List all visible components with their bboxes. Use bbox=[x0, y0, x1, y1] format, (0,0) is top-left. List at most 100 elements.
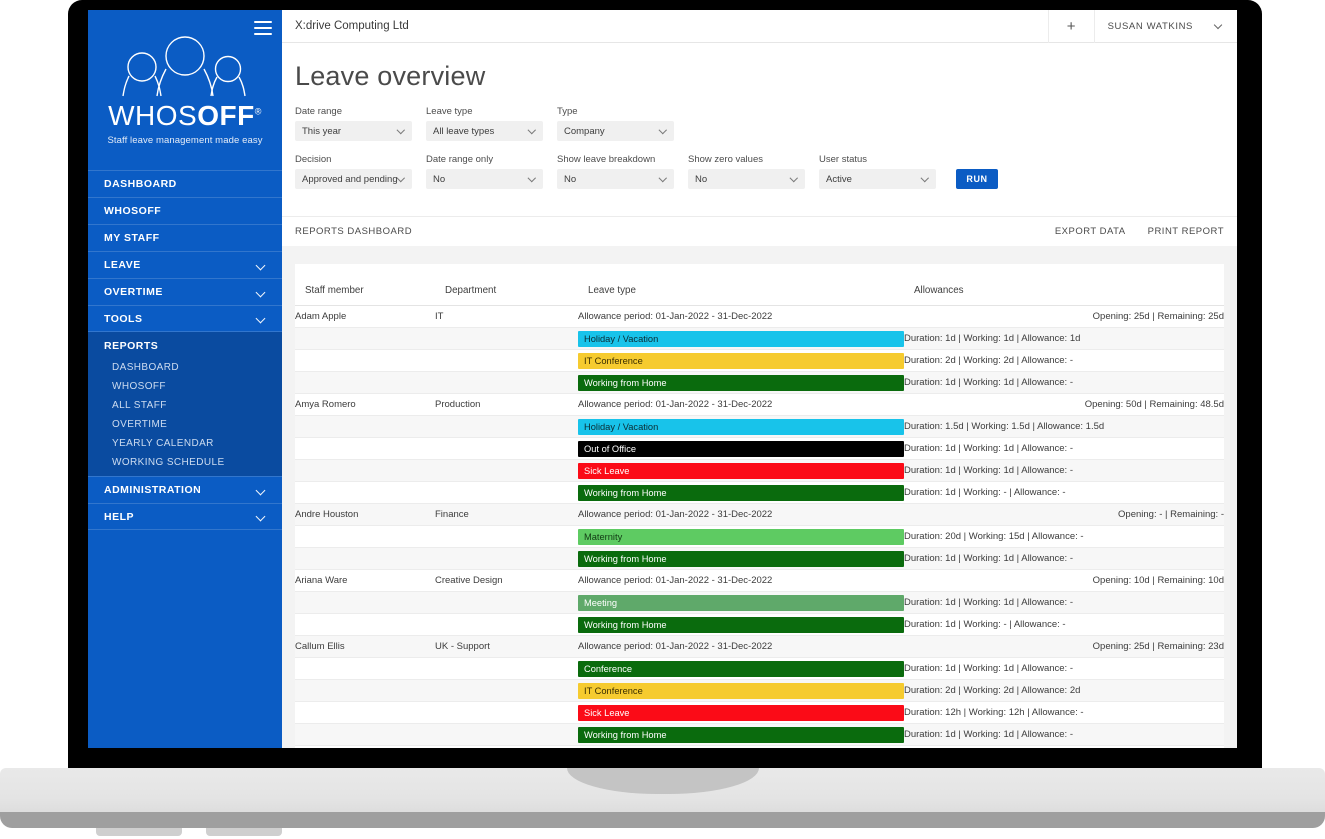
filter-select-decision[interactable]: Approved and pending bbox=[295, 169, 412, 189]
cell-empty bbox=[295, 680, 435, 702]
table-body: Adam AppleITAllowance period: 01-Jan-202… bbox=[295, 306, 1224, 746]
sidebar-item-my-staff[interactable]: MY STAFF bbox=[88, 224, 282, 251]
sidebar: WHOSOFF® Staff leave management made eas… bbox=[88, 10, 282, 748]
cell-empty bbox=[435, 724, 578, 746]
table-row-leave: Sick LeaveDuration: 12h | Working: 12h |… bbox=[295, 702, 1224, 724]
sidebar-nav: DASHBOARDWHOSOFFMY STAFFLEAVEOVERTIMETOO… bbox=[88, 170, 282, 530]
sidebar-item-leave[interactable]: LEAVE bbox=[88, 251, 282, 278]
cell-empty bbox=[295, 460, 435, 482]
cell-allowance-period: Allowance period: 01-Jan-2022 - 31-Dec-2… bbox=[578, 504, 904, 526]
cell-leave-type: Working from Home bbox=[578, 482, 904, 504]
cell-empty bbox=[295, 438, 435, 460]
cell-allowance-summary: Opening: 10d | Remaining: 10d bbox=[904, 570, 1224, 592]
cell-allowance-period: Allowance period: 01-Jan-2022 - 31-Dec-2… bbox=[578, 636, 904, 658]
filter-select-type[interactable]: Company bbox=[557, 121, 674, 141]
filter-select-show-zero-values[interactable]: No bbox=[688, 169, 805, 189]
leave-type-badge: IT Conference bbox=[578, 353, 904, 369]
cell-department: Creative Design bbox=[435, 570, 578, 592]
cell-empty bbox=[435, 350, 578, 372]
filter-controls: Date rangeThis yearLeave typeAll leave t… bbox=[282, 106, 1237, 189]
filter-select-leave-type[interactable]: All leave types bbox=[426, 121, 543, 141]
filter-label: Decision bbox=[295, 154, 412, 165]
filter-selected-value: Approved and pending bbox=[302, 174, 398, 185]
cell-allowance-summary: Opening: 25d | Remaining: 23d bbox=[904, 636, 1224, 658]
filter-field-show-zero-values: Show zero valuesNo bbox=[688, 154, 805, 189]
table-row-leave: Out of OfficeDuration: 1d | Working: 1d … bbox=[295, 438, 1224, 460]
reports-dashboard-link[interactable]: REPORTS DASHBOARD bbox=[295, 226, 412, 237]
report-content: Staff member Department Leave type Allow… bbox=[282, 246, 1237, 748]
filter-label: Date range only bbox=[426, 154, 543, 165]
cell-leave-type: Working from Home bbox=[578, 614, 904, 636]
top-bar: X:drive Computing Ltd + SUSAN WATKINS bbox=[282, 10, 1237, 43]
sidebar-item-dashboard[interactable]: DASHBOARD bbox=[88, 170, 282, 197]
cell-leave-detail: Duration: 1d | Working: - | Allowance: - bbox=[904, 482, 1224, 504]
page-title: Leave overview bbox=[282, 43, 1237, 106]
filter-select-date-range[interactable]: This year bbox=[295, 121, 412, 141]
cell-allowance-summary: Opening: - | Remaining: - bbox=[904, 504, 1224, 526]
filter-select-user-status[interactable]: Active bbox=[819, 169, 936, 189]
cell-empty bbox=[295, 416, 435, 438]
leave-type-badge: Working from Home bbox=[578, 727, 904, 743]
leave-type-badge: IT Conference bbox=[578, 683, 904, 699]
chevron-down-icon bbox=[660, 175, 668, 183]
sidebar-subitem-yearly-calendar[interactable]: YEARLY CALENDAR bbox=[88, 434, 282, 453]
sidebar-subitem-all-staff[interactable]: ALL STAFF bbox=[88, 396, 282, 415]
table-row-leave: IT ConferenceDuration: 2d | Working: 2d … bbox=[295, 350, 1224, 372]
filters-panel: Leave overview Date rangeThis yearLeave … bbox=[282, 43, 1237, 216]
app-logo: WHOSOFF® Staff leave management made eas… bbox=[88, 10, 282, 160]
cell-leave-type: Holiday / Vacation bbox=[578, 328, 904, 350]
sidebar-submenu-header[interactable]: REPORTS bbox=[88, 332, 282, 358]
cell-empty bbox=[295, 614, 435, 636]
sidebar-item-label: WHOSOFF bbox=[104, 205, 161, 217]
filter-select-show-leave-breakdown[interactable]: No bbox=[557, 169, 674, 189]
user-menu[interactable]: SUSAN WATKINS bbox=[1094, 10, 1237, 43]
col-header-leave-type: Leave type bbox=[578, 278, 904, 306]
cell-empty bbox=[435, 680, 578, 702]
table-header-row: Staff member Department Leave type Allow… bbox=[295, 278, 1224, 306]
filter-row-secondary: Decision Approved and pending Date range o… bbox=[295, 154, 1224, 189]
sidebar-item-administration[interactable]: ADMINISTRATION bbox=[88, 476, 282, 503]
table-row-leave: MeetingDuration: 1d | Working: 1d | Allo… bbox=[295, 592, 1224, 614]
cell-leave-type: Conference bbox=[578, 658, 904, 680]
sidebar-subitem-dashboard[interactable]: DASHBOARD bbox=[88, 358, 282, 377]
table-row-leave: Working from HomeDuration: 1d | Working:… bbox=[295, 724, 1224, 746]
table-row-leave: MaternityDuration: 20d | Working: 15d | … bbox=[295, 526, 1224, 548]
cell-department: IT bbox=[435, 306, 578, 328]
sidebar-item-label: DASHBOARD bbox=[104, 178, 177, 190]
filter-label: Type bbox=[557, 106, 674, 117]
cell-empty bbox=[435, 438, 578, 460]
cell-leave-type: Working from Home bbox=[578, 372, 904, 394]
cell-leave-detail: Duration: 1d | Working: 1d | Allowance: … bbox=[904, 372, 1224, 394]
col-header-department: Department bbox=[435, 278, 578, 306]
add-button[interactable]: + bbox=[1048, 10, 1094, 43]
filter-select-date-range-only[interactable]: No bbox=[426, 169, 543, 189]
filter-selected-value: No bbox=[564, 174, 576, 185]
sidebar-item-whosoff[interactable]: WHOSOFF bbox=[88, 197, 282, 224]
cell-leave-type: IT Conference bbox=[578, 350, 904, 372]
chevron-down-icon bbox=[922, 175, 930, 183]
sidebar-item-tools[interactable]: TOOLS bbox=[88, 305, 282, 332]
print-report-button[interactable]: PRINT REPORT bbox=[1148, 226, 1224, 237]
sidebar-subitem-whosoff[interactable]: WHOSOFF bbox=[88, 377, 282, 396]
cell-empty bbox=[435, 592, 578, 614]
laptop-base-edge bbox=[0, 812, 1325, 828]
cell-empty bbox=[435, 548, 578, 570]
sidebar-subitem-overtime[interactable]: OVERTIME bbox=[88, 415, 282, 434]
leave-type-badge: Maternity bbox=[578, 529, 904, 545]
sidebar-subitem-working-schedule[interactable]: WORKING SCHEDULE bbox=[88, 453, 282, 472]
cell-leave-detail: Duration: 1d | Working: 1d | Allowance: … bbox=[904, 548, 1224, 570]
sidebar-item-overtime[interactable]: OVERTIME bbox=[88, 278, 282, 305]
chevron-down-icon bbox=[257, 486, 266, 495]
run-report-button[interactable]: RUN bbox=[956, 169, 998, 189]
leave-type-badge: Meeting bbox=[578, 595, 904, 611]
leave-type-badge: Out of Office bbox=[578, 441, 904, 457]
hamburger-menu-icon[interactable] bbox=[254, 21, 272, 35]
sidebar-item-label: OVERTIME bbox=[104, 286, 163, 298]
cell-empty bbox=[295, 526, 435, 548]
export-data-button[interactable]: EXPORT DATA bbox=[1055, 226, 1126, 237]
cell-empty bbox=[295, 702, 435, 724]
table-row-staff: Adam AppleITAllowance period: 01-Jan-202… bbox=[295, 306, 1224, 328]
sidebar-item-help[interactable]: HELP bbox=[88, 503, 282, 530]
cell-leave-detail: Duration: 1.5d | Working: 1.5d | Allowan… bbox=[904, 416, 1224, 438]
table-row-leave: Working from HomeDuration: 1d | Working:… bbox=[295, 614, 1224, 636]
